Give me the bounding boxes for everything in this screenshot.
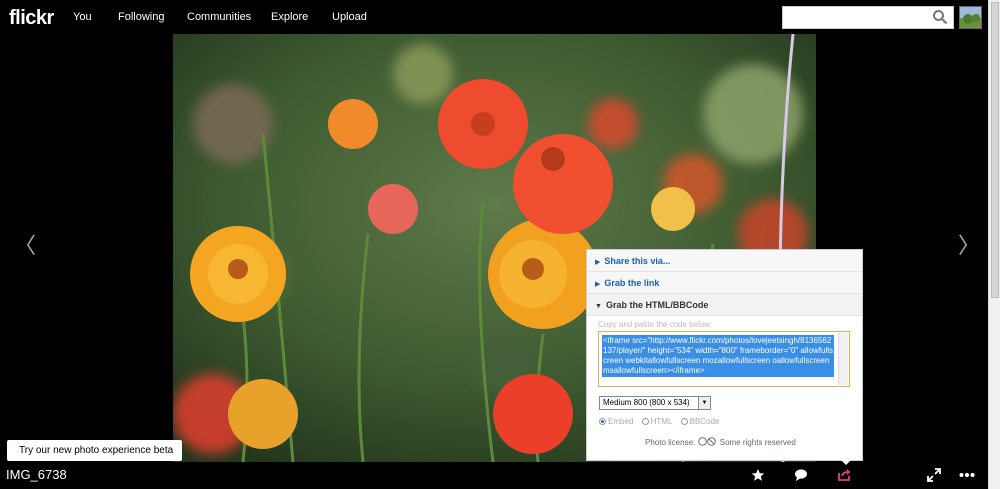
format-radio-group: Embed HTML BBCode — [599, 417, 725, 426]
triangle-right-icon: ▶ — [595, 281, 601, 288]
page-scrollbar[interactable] — [988, 0, 1000, 489]
beta-button[interactable]: Try our new photo experience beta — [7, 440, 182, 461]
top-navigation-bar: flickr You Following Communities Explore… — [0, 0, 988, 34]
radio-embed[interactable]: Embed — [599, 417, 633, 426]
chevron-left-icon[interactable]: 〈 — [14, 228, 36, 260]
copy-label: Copy and paste the code below: — [598, 320, 713, 329]
chevron-down-icon[interactable]: ▼ — [698, 397, 710, 409]
search-icon[interactable] — [932, 9, 948, 25]
size-select[interactable]: Medium 800 (800 x 534) ▼ — [599, 396, 711, 410]
share-panel: ▶ Share this via... ▶ Grab the link ▼ Grab … — [586, 249, 863, 461]
radio-bbcode[interactable]: BBCode — [680, 417, 719, 426]
grab-link-row[interactable]: ▶ Grab the link — [587, 272, 862, 294]
photo-license: Photo license: Some rights reserved — [645, 437, 796, 447]
share-panel-pointer — [840, 459, 852, 465]
share-icon[interactable] — [837, 468, 851, 482]
nav-upload[interactable]: Upload — [332, 11, 367, 23]
nav-following[interactable]: Following — [118, 11, 164, 23]
nav-explore[interactable]: Explore — [271, 11, 308, 23]
chevron-right-icon[interactable]: 〉 — [958, 228, 980, 260]
share-via-row[interactable]: ▶ Share this via... — [587, 250, 862, 272]
nav-you[interactable]: You — [73, 11, 92, 23]
textarea-scrollbar[interactable] — [838, 333, 848, 385]
license-link[interactable]: Some rights reserved — [720, 438, 796, 447]
triangle-right-icon: ▶ — [595, 259, 601, 266]
radio-dot — [599, 418, 606, 425]
radio-html[interactable]: HTML — [641, 417, 672, 426]
comment-icon[interactable] — [794, 468, 808, 482]
embed-code-text[interactable]: <iframe src="http://www.flickr.com/photo… — [602, 335, 834, 377]
embed-code-textarea[interactable]: <iframe src="http://www.flickr.com/photo… — [598, 331, 850, 387]
scrollbar-thumb[interactable] — [991, 2, 999, 298]
flickr-logo[interactable]: flickr — [9, 7, 54, 30]
more-icon[interactable] — [959, 468, 975, 482]
creative-commons-icon — [697, 437, 716, 446]
radio-dot — [680, 418, 688, 425]
user-avatar[interactable] — [959, 6, 982, 29]
star-icon[interactable] — [751, 468, 765, 482]
photo-title: IMG_6738 — [6, 467, 67, 482]
nav-communities[interactable]: Communities — [187, 11, 251, 23]
expand-icon[interactable] — [927, 468, 941, 482]
triangle-down-icon: ▼ — [595, 303, 602, 310]
search-input[interactable] — [782, 6, 954, 29]
radio-dot — [641, 418, 649, 425]
grab-html-row[interactable]: ▼ Grab the HTML/BBCode — [587, 294, 862, 316]
